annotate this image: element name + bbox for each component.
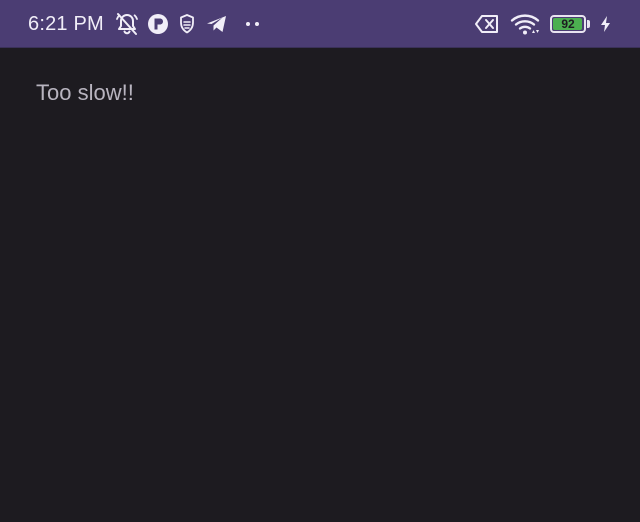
status-time: 6:21 PM — [28, 12, 104, 35]
shield-app-icon — [176, 13, 198, 35]
telegram-icon — [204, 12, 230, 36]
r-app-icon — [146, 12, 170, 36]
battery-body: 92 — [550, 15, 586, 33]
status-bar: 6:21 PM 92 — [0, 0, 640, 48]
main-content: Too slow!! — [36, 80, 134, 106]
battery-icon: 92 — [550, 15, 590, 33]
wifi-icon — [510, 12, 540, 36]
battery-level: 92 — [561, 17, 575, 31]
app-screen: 6:21 PM 92 Too slow!! — [0, 0, 640, 522]
charging-icon — [600, 15, 612, 33]
no-sim-icon — [474, 14, 500, 34]
status-right-group: 92 — [474, 0, 612, 48]
more-dots-icon — [244, 19, 262, 29]
result-message: Too slow!! — [36, 80, 134, 105]
status-left-group: 6:21 PM — [28, 0, 262, 48]
bell-off-icon — [114, 11, 140, 37]
battery-tip — [587, 20, 590, 28]
